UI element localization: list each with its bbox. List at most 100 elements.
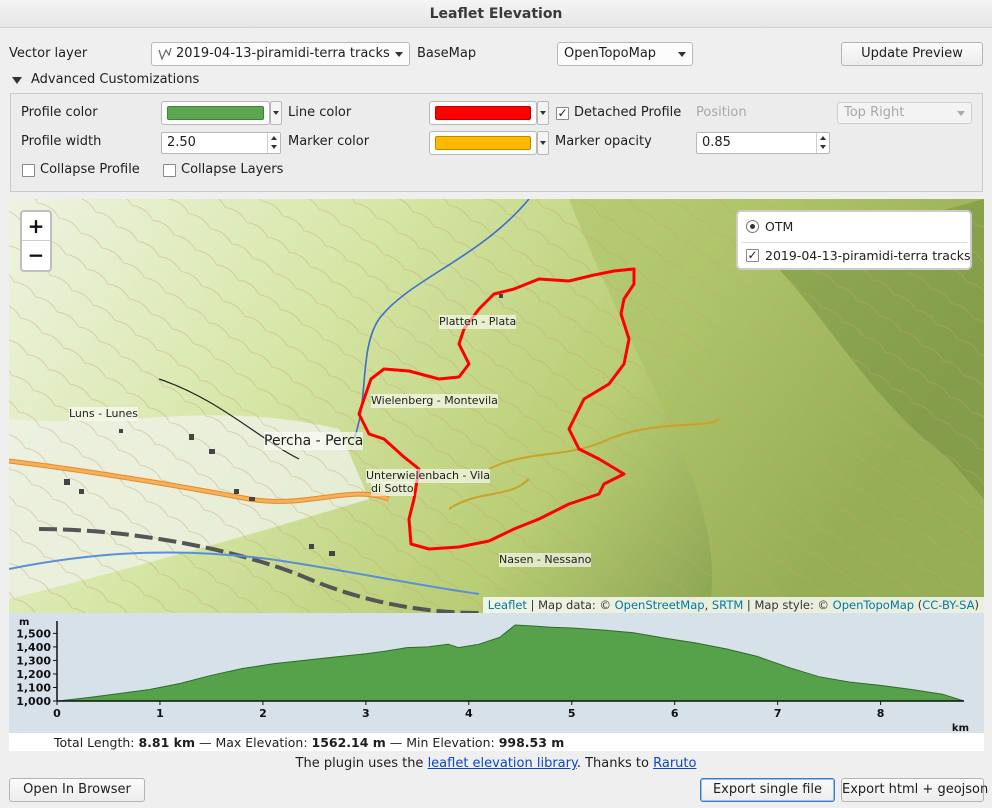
- min-elev-label: — Min Elevation:: [385, 735, 499, 750]
- position-label: Position: [696, 105, 747, 120]
- basemap-label: BaseMap: [417, 46, 477, 61]
- chevron-down-icon: [678, 52, 686, 57]
- profile-width-spinbox[interactable]: 2.50: [161, 132, 281, 154]
- triangle-down-icon[interactable]: [12, 77, 22, 84]
- raruto-link[interactable]: Raruto: [653, 756, 696, 771]
- elevation-profile[interactable]: 1,000 1,100 1,200 1,300 1,400 1,500 0 1 2 3 4 5 6 7 8 m…: [9, 613, 984, 734]
- line-color-button[interactable]: [429, 101, 537, 125]
- export-html-geojson-button[interactable]: Export html + geojson: [841, 778, 988, 802]
- attribution-text: | Map data: ©: [526, 598, 615, 612]
- attribution-text: ,: [704, 598, 712, 612]
- detached-profile-label: Detached Profile: [574, 105, 682, 120]
- y-tick-label: 1,200: [16, 668, 51, 681]
- update-preview-button[interactable]: Update Preview: [841, 42, 983, 66]
- credits-line: The plugin uses the leaflet elevation li…: [0, 756, 992, 771]
- profile-width-value: 2.50: [167, 135, 196, 150]
- export-single-file-button[interactable]: Export single file: [700, 778, 835, 802]
- x-tick-label: 7: [774, 707, 782, 720]
- srtm-link[interactable]: SRTM: [712, 598, 743, 612]
- zoom-in-button[interactable]: +: [22, 212, 50, 241]
- profile-color-dropdown[interactable]: [270, 101, 282, 125]
- position-value: Top Right: [844, 105, 905, 120]
- place-label: Unterwielenbach - Vila: [366, 469, 491, 483]
- y-tick-label: 1,300: [16, 654, 51, 667]
- collapse-profile-checkbox[interactable]: [22, 164, 35, 177]
- profile-color-fill: [167, 106, 264, 120]
- line-color-label: Line color: [288, 105, 352, 120]
- marker-opacity-spinbox[interactable]: 0.85: [696, 132, 830, 154]
- min-elev-value: 998.53 m: [498, 735, 565, 750]
- profile-color-button[interactable]: [161, 101, 270, 125]
- spin-up-icon[interactable]: [267, 133, 280, 143]
- x-tick-label: 4: [465, 707, 473, 720]
- osm-link[interactable]: OpenStreetMap: [615, 598, 705, 612]
- attribution-text: | Map style: ©: [743, 598, 833, 612]
- layers-control: OTM ✓ 2019-04-13-piramidi-terra tracks: [736, 210, 972, 270]
- x-tick-label: 3: [362, 707, 370, 720]
- max-elev-value: 1562.14 m: [311, 735, 386, 750]
- window-title: Leaflet Elevation: [0, 0, 992, 28]
- spin-up-icon[interactable]: [816, 133, 829, 143]
- max-elev-label: — Max Elevation:: [195, 735, 312, 750]
- profile-color-label: Profile color: [21, 105, 98, 120]
- elevation-chart: 1,0001,1001,2001,3001,4001,500 0 1 2 3 4 5 6 7 8 m…: [16, 617, 969, 734]
- line-layer-icon: [158, 47, 172, 61]
- advanced-header[interactable]: Advanced Customizations: [31, 69, 199, 91]
- spin-down-icon[interactable]: [816, 143, 829, 153]
- collapse-layers-label: Collapse Layers: [181, 162, 284, 177]
- y-tick-label: 1,500: [16, 627, 51, 640]
- place-label: Nasen - Nessano: [499, 553, 592, 567]
- marker-color-fill: [435, 136, 531, 150]
- basemap-combo[interactable]: OpenTopoMap: [557, 42, 693, 66]
- y-axis-label: m: [19, 617, 29, 628]
- otm-link[interactable]: OpenTopoMap: [833, 598, 914, 612]
- layer-track-label: 2019-04-13-piramidi-terra tracks: [765, 248, 971, 263]
- layers-divider: [742, 242, 968, 243]
- zoom-out-button[interactable]: −: [22, 241, 50, 270]
- profile-width-label: Profile width: [21, 134, 102, 149]
- place-label: Luns - Lunes: [69, 407, 138, 421]
- marker-color-dropdown[interactable]: [537, 131, 549, 155]
- track-layer-checkbox[interactable]: ✓: [746, 249, 759, 262]
- zoom-control: + −: [20, 210, 52, 272]
- vector-layer-combo[interactable]: 2019-04-13-piramidi-terra tracks: [151, 42, 410, 66]
- credits-text: . Thanks to: [576, 756, 654, 771]
- place-label: Wielenberg - Montevila: [371, 394, 498, 408]
- attribution-text: ): [974, 598, 980, 612]
- vector-layer-value: 2019-04-13-piramidi-terra tracks: [176, 46, 390, 61]
- leaflet-elevation-link[interactable]: leaflet elevation library: [428, 756, 577, 771]
- x-axis-label: km: [952, 723, 969, 733]
- x-tick-label: 8: [877, 707, 885, 720]
- vector-layer-label: Vector layer: [9, 46, 88, 61]
- total-length-label: Total Length:: [54, 735, 139, 750]
- layer-otm-label: OTM: [765, 219, 794, 234]
- credits-text: The plugin uses the: [295, 756, 428, 771]
- y-tick-label: 1,400: [16, 641, 51, 654]
- collapse-profile-label: Collapse Profile: [40, 162, 140, 177]
- x-tick-label: 0: [53, 707, 61, 720]
- basemap-value: OpenTopoMap: [564, 46, 657, 61]
- spin-down-icon[interactable]: [267, 143, 280, 153]
- line-color-dropdown[interactable]: [537, 101, 549, 125]
- license-link[interactable]: CC-BY-SA: [922, 598, 974, 612]
- place-label: Platten - Plata: [439, 315, 517, 329]
- y-tick-label: 1,000: [16, 695, 51, 708]
- chevron-down-icon: [395, 52, 403, 57]
- position-combo[interactable]: Top Right: [837, 102, 972, 124]
- stats-bar: Total Length: 8.81 km — Max Elevation: 1…: [9, 733, 984, 751]
- detached-profile-checkbox[interactable]: ✓: [556, 107, 569, 120]
- place-label: Percha - Perca: [264, 432, 364, 450]
- map-attribution: Leaflet | Map data: © OpenStreetMap, SRT…: [482, 597, 984, 613]
- leaflet-link[interactable]: Leaflet: [488, 598, 527, 612]
- total-length-value: 8.81 km: [138, 735, 195, 750]
- marker-opacity-label: Marker opacity: [555, 134, 652, 149]
- marker-opacity-value: 0.85: [702, 135, 731, 150]
- x-tick-label: 2: [259, 707, 267, 720]
- chevron-down-icon: [957, 111, 965, 116]
- marker-color-button[interactable]: [429, 131, 537, 155]
- map-view[interactable]: Platten - Plata Wielenberg - Montevila L…: [9, 199, 984, 613]
- otm-radio[interactable]: [746, 220, 759, 233]
- open-in-browser-button[interactable]: Open In Browser: [9, 778, 145, 802]
- y-tick-label: 1,100: [16, 681, 51, 694]
- collapse-layers-checkbox[interactable]: [163, 164, 176, 177]
